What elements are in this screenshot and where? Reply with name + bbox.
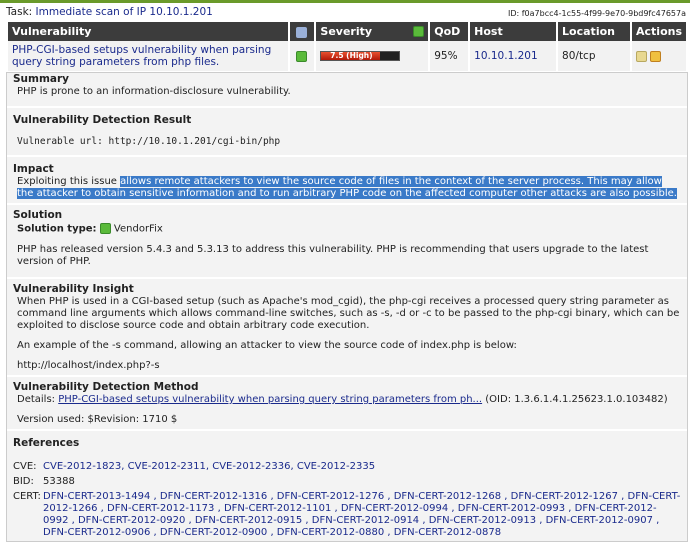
task-line: Task: Immediate scan of IP 10.10.1.201 [6, 6, 213, 18]
references-section: References CVE: CVE-2012-1823, CVE-2012-2… [7, 429, 687, 542]
header-solution-type [290, 22, 315, 41]
method-title: Vulnerability Detection Method [13, 381, 199, 393]
header-location[interactable]: Location [558, 22, 630, 41]
impact-section: Impact Exploiting this issue allows remot… [7, 155, 687, 200]
severity-label: Severity [320, 25, 373, 38]
insight-text: When PHP is used in a CGI-based setup (s… [17, 296, 680, 331]
impact-title: Impact [13, 163, 54, 175]
puzzle-icon [296, 26, 308, 38]
header-host[interactable]: Host [470, 22, 557, 41]
vendorfix-icon [296, 50, 308, 62]
oid-text: (OID: 1.3.6.1.4.1.25623.1.0.103482) [485, 394, 668, 405]
header-severity[interactable]: Severity [316, 22, 429, 41]
top-bar [0, 0, 690, 3]
summary-title: Summary [13, 73, 70, 85]
bid-value: 53388 [43, 476, 75, 487]
cert-label: CERT: [13, 491, 41, 502]
solution-type-label: Solution type: [17, 223, 97, 235]
insight-url: http://localhost/index.php?-s [17, 360, 160, 371]
cert-links[interactable]: DFN-CERT-2013-1494 , DFN-CERT-2012-1316 … [43, 491, 681, 539]
impact-text-plain: Exploiting this issue [17, 176, 121, 187]
solution-section: Solution Solution type: VendorFix PHP ha… [7, 203, 687, 268]
header-qod[interactable]: QoD [430, 22, 469, 41]
solution-type-value: VendorFix [113, 223, 163, 235]
insight-title: Vulnerability Insight [13, 283, 134, 295]
details-panel: Summary PHP is prone to an information-di… [6, 72, 688, 542]
refresh-icon [413, 26, 425, 37]
insight-section: Vulnerability Insight When PHP is used i… [7, 277, 687, 372]
detection-result-title: Vulnerability Detection Result [13, 114, 192, 126]
vendorfix-icon [99, 223, 111, 234]
qod-value: 95% [430, 41, 469, 71]
header-vulnerability[interactable]: Vulnerability [8, 22, 289, 41]
cve-label: CVE: [13, 461, 37, 472]
details-label: Details: [17, 394, 56, 405]
bid-label: BID: [13, 476, 34, 487]
method-section: Vulnerability Detection Method Details: … [7, 375, 687, 426]
references-title: References [13, 437, 80, 449]
task-label: Task: [6, 6, 33, 18]
impact-text: Exploiting this issue allows remote atta… [13, 176, 681, 200]
vulnerability-link[interactable]: PHP-CGI-based setups vulnerability when … [12, 44, 284, 68]
severity-bar: 7.5 (High) [320, 51, 401, 61]
cve-links[interactable]: CVE-2012-1823, CVE-2012-2311, CVE-2012-2… [43, 461, 375, 473]
version-text: Version used: $Revision: 1710 $ [17, 414, 178, 425]
severity-text: 7.5 (High) [330, 51, 373, 60]
override-star-icon[interactable] [650, 50, 662, 62]
results-table: Vulnerability Severity QoD Host Location… [6, 22, 688, 71]
task-link[interactable]: Immediate scan of IP 10.10.1.201 [36, 6, 213, 18]
summary-text: PHP is prone to an information-disclosur… [17, 86, 291, 97]
header-actions: Actions [632, 22, 686, 41]
location-value: 80/tcp [558, 41, 630, 71]
detection-result-text: Vulnerable url: http://10.10.1.201/cgi-b… [17, 136, 281, 147]
report-icon[interactable] [636, 50, 647, 62]
insight-example: An example of the -s command, allowing a… [17, 340, 517, 351]
host-link[interactable]: 10.10.1.201 [474, 50, 537, 62]
nvt-details-link[interactable]: PHP-CGI-based setups vulnerability when … [58, 394, 482, 405]
solution-text: PHP has released version 5.4.3 and 5.3.1… [17, 243, 649, 267]
solution-title: Solution [13, 209, 63, 221]
detection-result-section: Vulnerability Detection Result Vulnerable… [7, 106, 687, 148]
summary-section: Summary PHP is prone to an information-di… [7, 73, 687, 98]
task-id: ID: f0a7bcc4-1c55-4f99-9e70-9bd9fc47657a [507, 9, 686, 18]
table-row: PHP-CGI-based setups vulnerability when … [8, 41, 686, 71]
